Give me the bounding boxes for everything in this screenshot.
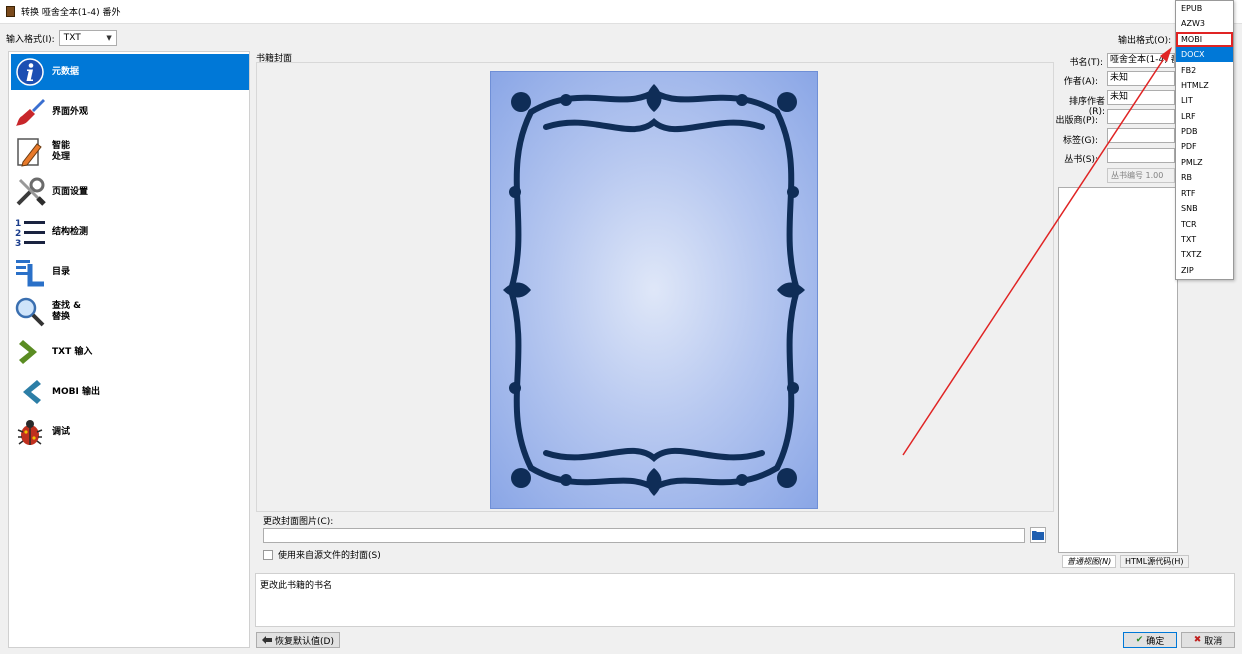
- publisher-input[interactable]: [1107, 109, 1175, 124]
- cover-image: [490, 71, 818, 509]
- window-title: 转换 哑舍全本(1-4) 番外: [21, 8, 121, 18]
- check-icon: ✔: [1135, 635, 1144, 645]
- sidebar-item-heuristics[interactable]: 智能 处理: [11, 134, 249, 170]
- tags-label: 标签(G):: [1062, 136, 1098, 146]
- title-bar: 转换 哑舍全本(1-4) 番外: [0, 0, 1242, 24]
- sidebar-item-txt-input[interactable]: TXT 输入: [11, 334, 249, 370]
- sort-author-input[interactable]: 未知: [1107, 90, 1175, 105]
- input-format-label: 输入格式(I):: [6, 34, 55, 45]
- format-option-pdb[interactable]: PDB: [1176, 124, 1233, 139]
- input-format-row: 输入格式(I): TXT ▼: [6, 30, 117, 46]
- sidebar-item-label: 目录: [52, 266, 71, 277]
- sidebar-item-look-feel[interactable]: 界面外观: [11, 94, 249, 130]
- brush-icon: [13, 95, 47, 129]
- format-option-tcr[interactable]: TCR: [1176, 217, 1233, 232]
- bug-icon: [13, 415, 47, 449]
- sidebar-item-label: 调试: [52, 426, 71, 437]
- ok-button[interactable]: ✔ 确定: [1123, 632, 1177, 648]
- document-pencil-icon: [13, 135, 47, 169]
- svg-text:2: 2: [15, 229, 21, 239]
- chevron-right-icon: [13, 335, 47, 369]
- svg-text:3: 3: [15, 239, 21, 248]
- options-sidebar: 元数据 界面外观 智能 处理 页面设置 123 结构检测 目录 查找 & 替换: [8, 51, 250, 648]
- close-icon: ✖: [1193, 635, 1202, 645]
- tags-input[interactable]: [1107, 128, 1175, 143]
- format-option-mobi[interactable]: MOBI: [1176, 32, 1233, 47]
- format-option-rb[interactable]: RB: [1176, 170, 1233, 185]
- input-format-select[interactable]: TXT ▼: [58, 30, 117, 46]
- format-option-rtf[interactable]: RTF: [1176, 186, 1233, 201]
- change-cover-label: 更改封面图片(C):: [263, 517, 334, 527]
- input-format-value: TXT: [63, 33, 81, 43]
- format-option-azw3[interactable]: AZW3: [1176, 16, 1233, 31]
- format-option-snb[interactable]: SNB: [1176, 201, 1233, 216]
- series-label: 丛书(S):: [1064, 155, 1098, 165]
- format-option-docx[interactable]: DOCX: [1176, 47, 1233, 62]
- output-format-dropdown[interactable]: EPUB AZW3 MOBI DOCX FB2 HTMLZ LIT LRF PD…: [1175, 0, 1234, 280]
- sidebar-item-label: 页面设置: [52, 186, 89, 197]
- sidebar-item-mobi-output[interactable]: MOBI 输出: [11, 374, 249, 410]
- series-input[interactable]: [1107, 148, 1175, 163]
- title-label: 书名(T):: [1069, 58, 1103, 68]
- cancel-label: 取消: [1204, 636, 1223, 647]
- cover-path-input[interactable]: [263, 528, 1025, 543]
- cancel-button[interactable]: ✖ 取消: [1181, 632, 1235, 648]
- use-source-cover-label: 使用来自源文件的封面(S): [278, 551, 381, 561]
- restore-defaults-label: 恢复默认值(D): [275, 636, 334, 647]
- ornamental-frame-icon: [503, 84, 805, 496]
- format-option-lit[interactable]: LIT: [1176, 93, 1233, 108]
- chevron-down-icon: ▼: [106, 34, 112, 42]
- format-option-pmlz[interactable]: PMLZ: [1176, 155, 1233, 170]
- publisher-label: 出版商(P):: [1055, 116, 1098, 126]
- restore-icon: [262, 636, 272, 644]
- app-book-icon: [6, 6, 15, 17]
- numbered-list-icon: 123: [13, 215, 47, 249]
- help-description-text: 更改此书籍的书名: [260, 581, 333, 591]
- restore-defaults-button[interactable]: 恢复默认值(D): [256, 632, 340, 648]
- sidebar-item-metadata[interactable]: 元数据: [11, 54, 249, 90]
- format-option-lrf[interactable]: LRF: [1176, 109, 1233, 124]
- chevron-left-icon: [13, 375, 47, 409]
- format-option-htmlz[interactable]: HTMLZ: [1176, 78, 1233, 93]
- ok-label: 确定: [1146, 636, 1165, 647]
- format-option-txt[interactable]: TXT: [1176, 232, 1233, 247]
- sidebar-item-page-setup[interactable]: 页面设置: [11, 174, 249, 210]
- magnifier-icon: [13, 295, 47, 329]
- help-description-box: 更改此书籍的书名: [255, 573, 1235, 627]
- output-format-label: 输出格式(O):: [1118, 36, 1172, 46]
- use-source-cover-checkbox[interactable]: [263, 549, 273, 560]
- info-icon: [13, 55, 47, 89]
- format-option-epub[interactable]: EPUB: [1176, 1, 1233, 16]
- series-number-input[interactable]: 丛书编号 1.00: [1107, 168, 1175, 183]
- tools-icon: [13, 175, 47, 209]
- sidebar-item-search-replace[interactable]: 查找 & 替换: [11, 294, 249, 330]
- sidebar-item-label: 智能 处理: [52, 141, 71, 162]
- format-option-pdf[interactable]: PDF: [1176, 139, 1233, 154]
- sidebar-item-toc[interactable]: 目录: [11, 254, 249, 290]
- folder-icon: [1032, 531, 1044, 540]
- sidebar-item-label: 界面外观: [52, 106, 89, 117]
- sidebar-item-debug[interactable]: 调试: [11, 414, 249, 450]
- browse-cover-button[interactable]: [1030, 527, 1046, 543]
- author-input[interactable]: 未知: [1107, 71, 1175, 86]
- author-label: 作者(A):: [1063, 77, 1098, 87]
- tab-normal-view[interactable]: 普通视图(N): [1062, 555, 1117, 568]
- use-source-cover-option[interactable]: 使用来自源文件的封面(S): [263, 548, 381, 561]
- sidebar-item-label: MOBI 输出: [52, 386, 100, 397]
- sidebar-item-label: TXT 输入: [52, 346, 93, 357]
- format-option-txtz[interactable]: TXTZ: [1176, 247, 1233, 262]
- tab-html-source[interactable]: HTML源代码(H): [1120, 555, 1189, 568]
- sidebar-item-label: 结构检测: [52, 226, 89, 237]
- sidebar-item-label: 查找 & 替换: [52, 301, 81, 322]
- comments-editor[interactable]: [1058, 187, 1178, 553]
- svg-text:1: 1: [15, 219, 21, 229]
- toc-icon: [13, 255, 47, 289]
- sidebar-item-label: 元数据: [52, 66, 80, 77]
- format-option-zip[interactable]: ZIP: [1176, 263, 1233, 278]
- sidebar-item-structure[interactable]: 123 结构检测: [11, 214, 249, 250]
- title-input[interactable]: 哑舍全本(1-4) 番外: [1107, 53, 1175, 68]
- format-option-fb2[interactable]: FB2: [1176, 63, 1233, 78]
